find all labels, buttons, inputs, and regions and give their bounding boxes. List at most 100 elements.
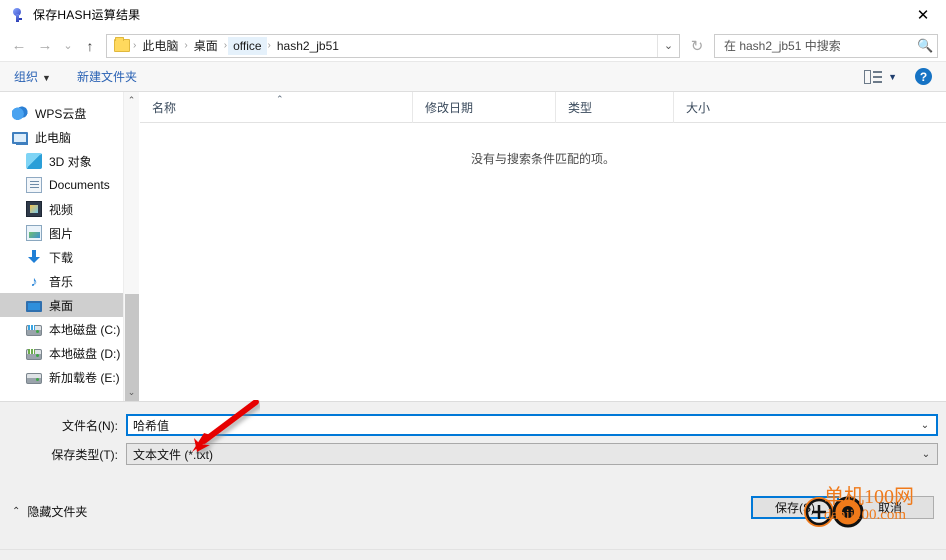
chevron-down-icon[interactable]: ⌄ xyxy=(915,449,937,460)
chevron-down-icon: ▼ xyxy=(42,73,51,83)
filename-value[interactable]: 哈希值 xyxy=(128,417,914,434)
close-icon[interactable]: ✕ xyxy=(900,0,946,30)
empty-list-message: 没有与搜索条件匹配的项。 xyxy=(470,152,615,166)
sidebar-item-this-pc[interactable]: 此电脑 xyxy=(0,125,139,149)
drive-c-icon xyxy=(26,325,42,336)
title-bar: 保存HASH运算结果 ✕ xyxy=(0,0,946,30)
breadcrumb-item-office[interactable]: office xyxy=(228,36,267,55)
filename-row: 文件名(N): 哈希值 ⌄ xyxy=(0,414,938,436)
sidebar-item-pictures[interactable]: 图片 xyxy=(0,221,139,245)
search-placeholder: 在 hash2_jb51 中搜索 xyxy=(724,39,841,53)
back-button[interactable]: ← xyxy=(6,33,32,59)
filename-field[interactable]: 哈希值 ⌄ xyxy=(126,414,938,436)
sidebar-item-3d-objects[interactable]: 3D 对象 xyxy=(0,149,139,173)
chevron-down-icon[interactable]: ▼ xyxy=(888,72,897,82)
sidebar-item-downloads[interactable]: 下载 xyxy=(0,245,139,269)
sidebar-item-label: 下载 xyxy=(49,250,74,265)
column-header-label: 类型 xyxy=(568,100,593,115)
column-header-row: 名称 ⌃ 修改日期 类型 大小 xyxy=(140,91,946,123)
column-header-date-modified[interactable]: 修改日期 xyxy=(412,91,555,123)
help-button[interactable]: ? xyxy=(915,68,932,85)
refresh-icon[interactable]: ↻ xyxy=(686,33,708,59)
hide-folders-label: 隐藏文件夹 xyxy=(27,505,88,519)
column-header-type[interactable]: 类型 xyxy=(555,91,673,123)
forward-button[interactable]: → xyxy=(32,33,58,59)
scrollbar-track[interactable] xyxy=(124,109,139,420)
music-icon: ♪ xyxy=(30,273,38,289)
sidebar-item-label: 此电脑 xyxy=(35,130,72,145)
sidebar-scrollbar[interactable]: ⌃ ⌄ xyxy=(123,92,139,420)
save-form-area: 文件名(N): 哈希值 ⌄ 保存类型(T): 文本文件 (*.txt) ⌄ ⌃ … xyxy=(0,401,946,560)
main-body: WPS云盘 此电脑 3D 对象 Documents 视频 图片 下载 ♪ 音乐 … xyxy=(0,91,946,420)
cube-icon xyxy=(26,153,42,169)
sidebar-item-label: 桌面 xyxy=(49,298,74,313)
sidebar-item-label: 本地磁盘 (D:) xyxy=(49,346,121,361)
key-icon xyxy=(9,7,25,23)
breadcrumb-item-desktop[interactable]: 桌面 xyxy=(189,35,223,56)
sidebar-item-wps-cloud[interactable]: WPS云盘 xyxy=(0,101,139,125)
save-button[interactable]: 保存(S) xyxy=(751,496,839,519)
address-bar-row: ← → ⌄ ↑ › 此电脑 › 桌面 › office › hash2_jb51… xyxy=(0,30,946,61)
scroll-up-icon[interactable]: ⌃ xyxy=(124,92,139,109)
sidebar-item-label: Documents xyxy=(49,178,110,192)
hide-folders-toggle[interactable]: ⌃ 隐藏文件夹 xyxy=(12,503,87,520)
sidebar-item-label: WPS云盘 xyxy=(35,106,87,121)
search-icon[interactable]: 🔍 xyxy=(917,38,933,54)
up-button[interactable]: ↑ xyxy=(78,33,102,59)
sidebar-item-label: 新加载卷 (E:) xyxy=(49,370,120,385)
sort-ascending-icon: ⌃ xyxy=(276,93,284,104)
column-header-label: 修改日期 xyxy=(425,100,474,115)
organize-button[interactable]: 组织 ▼ xyxy=(14,68,51,85)
video-icon xyxy=(26,201,42,217)
view-mode-icon[interactable] xyxy=(864,69,883,84)
window-title: 保存HASH运算结果 xyxy=(33,8,141,22)
recent-locations-button[interactable]: ⌄ xyxy=(58,33,78,59)
dialog-bottom-strip xyxy=(0,549,946,560)
command-bar: 组织 ▼ 新建文件夹 ▼ ? xyxy=(0,61,946,92)
address-bar[interactable]: › 此电脑 › 桌面 › office › hash2_jb51 ⌄ xyxy=(106,33,680,58)
sidebar-item-desktop[interactable]: 桌面 xyxy=(0,293,139,317)
chevron-up-icon: ⌃ xyxy=(12,506,21,517)
savetype-select[interactable]: 文本文件 (*.txt) ⌄ xyxy=(126,443,938,465)
sidebar-item-new-volume-e[interactable]: 新加载卷 (E:) xyxy=(0,365,139,389)
dialog-button-row: 保存(S) 取消 xyxy=(751,496,934,519)
column-header-label: 大小 xyxy=(686,100,711,115)
sidebar-item-label: 音乐 xyxy=(49,274,74,289)
drive-e-icon xyxy=(26,373,42,384)
download-icon xyxy=(26,249,42,265)
search-input[interactable]: 在 hash2_jb51 中搜索 🔍 xyxy=(714,33,938,58)
sidebar-item-local-disk-d[interactable]: 本地磁盘 (D:) xyxy=(0,341,139,365)
file-list-pane[interactable]: 名称 ⌃ 修改日期 类型 大小 没有与搜索条件匹配的项。 xyxy=(140,91,946,401)
breadcrumb-item-hash2-jb51[interactable]: hash2_jb51 xyxy=(272,37,344,55)
sidebar-item-label: 图片 xyxy=(49,226,74,241)
sidebar-item-local-disk-c[interactable]: 本地磁盘 (C:) xyxy=(0,317,139,341)
sidebar-item-music[interactable]: ♪ 音乐 xyxy=(0,269,139,293)
savetype-value: 文本文件 (*.txt) xyxy=(133,447,213,462)
folder-icon xyxy=(114,37,130,52)
navigation-sidebar: WPS云盘 此电脑 3D 对象 Documents 视频 图片 下载 ♪ 音乐 … xyxy=(0,92,139,420)
sidebar-item-label: 3D 对象 xyxy=(49,154,92,169)
sidebar-item-label: 本地磁盘 (C:) xyxy=(49,322,121,337)
scroll-down-icon[interactable]: ⌄ xyxy=(124,384,139,401)
organize-label: 组织 xyxy=(14,70,39,84)
sidebar-item-documents[interactable]: Documents xyxy=(0,173,139,197)
document-icon xyxy=(26,177,42,193)
picture-icon xyxy=(26,225,42,241)
filename-label: 文件名(N): xyxy=(62,418,118,433)
drive-d-icon xyxy=(26,349,42,360)
chevron-down-icon[interactable]: ⌄ xyxy=(914,420,936,431)
column-header-size[interactable]: 大小 xyxy=(673,91,753,123)
column-header-name[interactable]: 名称 ⌃ xyxy=(140,92,412,123)
breadcrumb-item-this-pc[interactable]: 此电脑 xyxy=(137,35,183,56)
sidebar-item-label: 视频 xyxy=(49,202,74,217)
savetype-label: 保存类型(T): xyxy=(51,447,118,462)
chevron-down-icon[interactable]: ⌄ xyxy=(657,34,679,57)
savetype-row: 保存类型(T): 文本文件 (*.txt) ⌄ xyxy=(0,443,938,465)
sidebar-item-videos[interactable]: 视频 xyxy=(0,197,139,221)
column-header-label: 名称 xyxy=(152,100,177,115)
computer-icon xyxy=(12,132,28,145)
desktop-icon xyxy=(26,300,42,312)
new-folder-button[interactable]: 新建文件夹 xyxy=(77,68,137,85)
cancel-button[interactable]: 取消 xyxy=(846,496,934,519)
cloud-icon xyxy=(12,105,28,121)
